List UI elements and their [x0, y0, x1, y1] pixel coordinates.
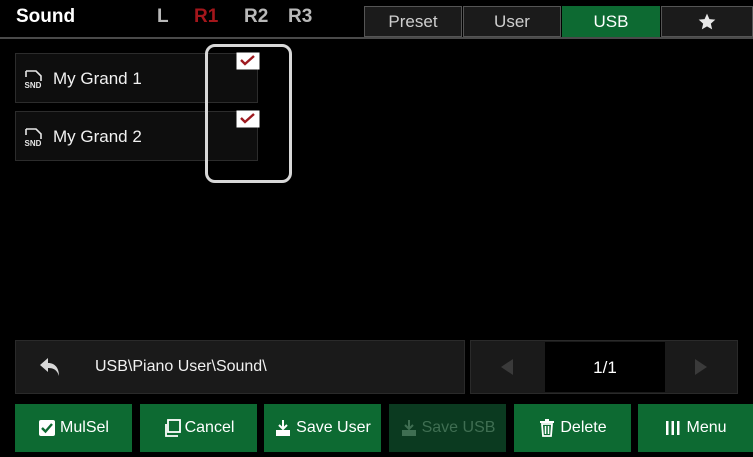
part-r1[interactable]: R1 [194, 6, 218, 28]
snd-icon-label: SND [25, 81, 42, 90]
menu-label: Menu [686, 419, 727, 436]
save-user-button[interactable]: Save User [264, 404, 381, 452]
save-user-label: Save User [296, 419, 371, 436]
back-arrow-icon [40, 358, 59, 376]
triangle-left-icon [501, 359, 513, 375]
save-usb-icon [401, 420, 416, 436]
trash-icon [540, 419, 555, 437]
current-path: USB\Piano User\Sound\ [95, 358, 267, 375]
back-button[interactable] [16, 342, 86, 392]
snd-file-icon: SND [25, 128, 42, 148]
save-usb-label: Save USB [421, 419, 496, 436]
mulsel-button[interactable]: MulSel [15, 404, 132, 452]
cancel-label: Cancel [184, 419, 235, 436]
tab-usb[interactable]: USB [562, 6, 660, 37]
save-usb-button[interactable]: Save USB [389, 404, 506, 452]
header-divider [0, 37, 753, 39]
file-name: My Grand 1 [53, 69, 142, 88]
file-name: My Grand 2 [53, 127, 142, 146]
triangle-right-icon [695, 359, 707, 375]
delete-label: Delete [560, 419, 607, 436]
tab-user[interactable]: User [463, 6, 561, 37]
mulsel-label: MulSel [60, 419, 109, 436]
cancel-button[interactable]: Cancel [140, 404, 257, 452]
part-r2[interactable]: R2 [244, 6, 268, 28]
menu-button[interactable]: Menu [638, 404, 753, 452]
selection-highlight [205, 44, 292, 183]
part-r3[interactable]: R3 [288, 6, 312, 28]
tab-favorites[interactable] [661, 6, 753, 37]
copy-icon [164, 419, 181, 437]
snd-icon-label: SND [25, 139, 42, 148]
delete-button[interactable]: Delete [514, 404, 631, 452]
tab-preset[interactable]: Preset [364, 6, 462, 37]
save-icon [276, 420, 291, 436]
snd-file-icon: SND [25, 70, 42, 90]
star-icon [698, 13, 716, 29]
page-title: Sound [16, 6, 76, 27]
part-l[interactable]: L [157, 6, 169, 28]
multi-select-icon [39, 420, 56, 436]
page-number: 1/1 [593, 358, 617, 377]
next-page-button[interactable] [666, 342, 736, 392]
menu-bars-icon [666, 421, 680, 435]
prev-page-button[interactable] [472, 342, 542, 392]
